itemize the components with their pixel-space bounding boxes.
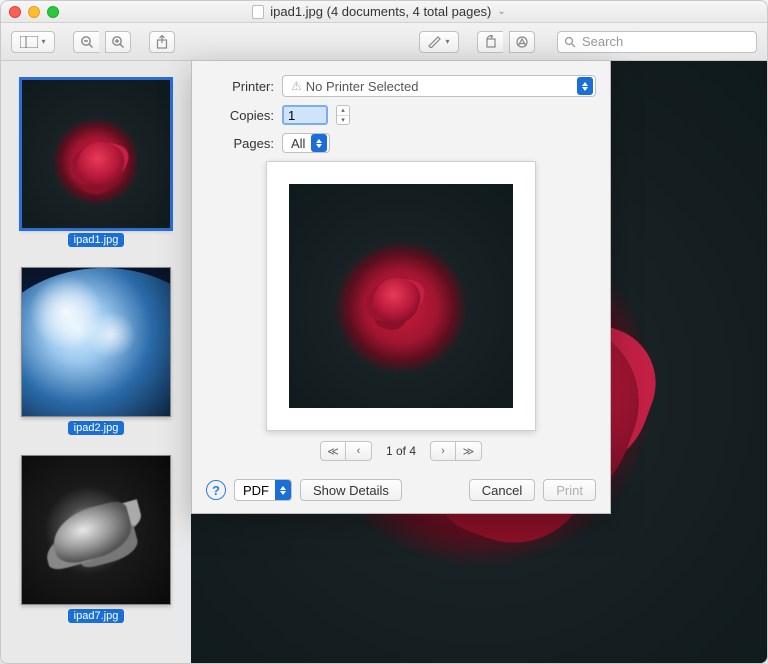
help-button[interactable]: ? <box>206 480 226 500</box>
printer-label: Printer: <box>206 79 274 94</box>
preview-window: ipad1.jpg (4 documents, 4 total pages) ⌄… <box>0 0 768 664</box>
chevron-down-icon <box>275 480 291 500</box>
print-preview: ≪ ‹ 1 of 4 › ≫ <box>266 161 536 461</box>
copies-input[interactable] <box>282 105 328 125</box>
pdf-label: PDF <box>243 483 269 498</box>
pages-label: Pages: <box>206 136 274 151</box>
page-indicator: 1 of 4 <box>386 444 416 458</box>
rotate-left-button[interactable] <box>477 31 503 53</box>
print-dialog: Printer: ⚠︎ No Printer Selected Copies: … <box>191 61 611 514</box>
search-field[interactable]: Search <box>557 31 757 53</box>
thumbnail-item[interactable]: ipad1.jpg <box>13 79 179 247</box>
search-icon <box>564 36 576 48</box>
copies-label: Copies: <box>206 108 274 123</box>
sidebar-view-button[interactable]: ▾ <box>11 31 55 53</box>
printer-combobox[interactable]: ⚠︎ No Printer Selected <box>282 75 596 97</box>
pages-value: All <box>291 136 305 151</box>
printer-value: No Printer Selected <box>306 79 419 94</box>
warning-icon: ⚠︎ <box>291 79 302 93</box>
thumbnail-image[interactable] <box>21 79 171 229</box>
updown-arrows-icon <box>577 77 593 95</box>
close-window-button[interactable] <box>9 6 21 18</box>
first-page-button[interactable]: ≪ <box>320 441 346 461</box>
updown-arrows-icon <box>311 134 327 152</box>
markup-toolbar-button[interactable]: ▾ <box>419 31 459 53</box>
zoom-out-button[interactable] <box>73 31 99 53</box>
preview-pager: ≪ ‹ 1 of 4 › ≫ <box>266 441 536 461</box>
share-button[interactable] <box>149 31 175 53</box>
next-page-button[interactable]: › <box>430 441 456 461</box>
minimize-window-button[interactable] <box>28 6 40 18</box>
show-details-button[interactable]: Show Details <box>300 479 402 501</box>
zoom-window-button[interactable] <box>47 6 59 18</box>
window-controls <box>9 6 59 18</box>
thumbnail-item[interactable]: ipad7.jpg <box>13 455 179 623</box>
titlebar: ipad1.jpg (4 documents, 4 total pages) ⌄ <box>1 1 767 23</box>
thumbnail-label: ipad2.jpg <box>68 421 125 435</box>
thumbnail-item[interactable]: ipad2.jpg <box>13 267 179 435</box>
cancel-button[interactable]: Cancel <box>469 479 535 501</box>
document-icon <box>252 5 264 19</box>
search-placeholder: Search <box>582 34 623 49</box>
thumbnail-image[interactable] <box>21 267 171 417</box>
chevron-down-icon: ⌄ <box>497 6 505 17</box>
edit-toolbar-button[interactable] <box>509 31 535 53</box>
thumbnail-label: ipad7.jpg <box>68 609 125 623</box>
zoom-in-button[interactable] <box>105 31 131 53</box>
print-button[interactable]: Print <box>543 479 596 501</box>
print-dialog-footer: ? PDF Show Details Cancel Print <box>206 475 596 501</box>
last-page-button[interactable]: ≫ <box>456 441 482 461</box>
toolbar: ▾ ▾ Search <box>1 23 767 61</box>
prev-page-button[interactable]: ‹ <box>346 441 372 461</box>
thumbnail-label: ipad1.jpg <box>68 233 125 247</box>
thumbnail-image[interactable] <box>21 455 171 605</box>
preview-image <box>289 184 513 408</box>
window-title-text: ipad1.jpg (4 documents, 4 total pages) <box>270 4 491 19</box>
pdf-menu-button[interactable]: PDF <box>234 479 292 501</box>
thumbnails-sidebar[interactable]: ipad1.jpg ipad2.jpg ipad7.jpg <box>1 61 191 663</box>
preview-page <box>266 161 536 431</box>
copies-stepper[interactable]: ▴▾ <box>336 105 350 125</box>
pages-combobox[interactable]: All <box>282 133 330 153</box>
window-title[interactable]: ipad1.jpg (4 documents, 4 total pages) ⌄ <box>59 4 699 19</box>
